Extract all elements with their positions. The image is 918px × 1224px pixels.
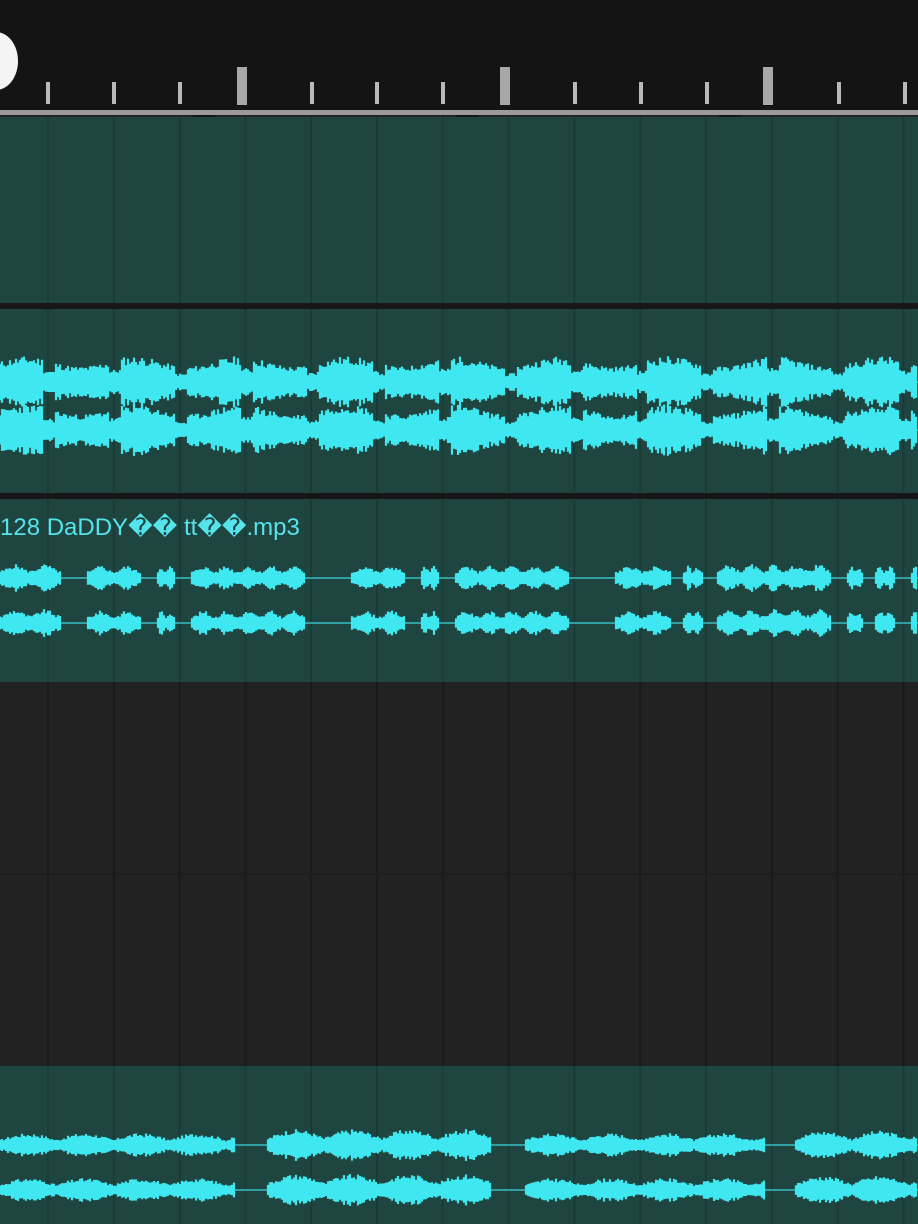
track-1-clip[interactable] (0, 117, 918, 303)
track-5-clip[interactable] (0, 1066, 918, 1224)
ruler-tick-major (763, 67, 773, 105)
ruler-tick (441, 82, 445, 104)
audio-waveform (0, 1129, 918, 1206)
timeline-app: 128 DaDDY�� tt��.mp3 (0, 0, 918, 1224)
ruler-tick (903, 82, 907, 104)
ruler-tick (310, 82, 314, 104)
ruler-tick (705, 82, 709, 104)
timeline-ruler[interactable] (0, 0, 918, 112)
track-4-empty-lane[interactable] (0, 682, 918, 1066)
track-grid (0, 682, 918, 1066)
ruler-tick (837, 82, 841, 104)
ruler-tick (178, 82, 182, 104)
ruler-tick (46, 82, 50, 104)
ruler-tick-major (500, 67, 510, 105)
track-3-clip[interactable]: 128 DaDDY�� tt��.mp3 (0, 499, 918, 682)
track-grid (47, 117, 905, 303)
ruler-tick (639, 82, 643, 104)
audio-waveform (0, 564, 918, 637)
playhead-handle-icon[interactable] (0, 32, 18, 90)
ruler-tick (112, 82, 116, 104)
ruler-tick-major (237, 67, 247, 105)
audio-waveform (0, 356, 918, 456)
ruler-tick (375, 82, 379, 104)
ruler-tick (573, 82, 577, 104)
track-2-clip[interactable] (0, 309, 918, 493)
